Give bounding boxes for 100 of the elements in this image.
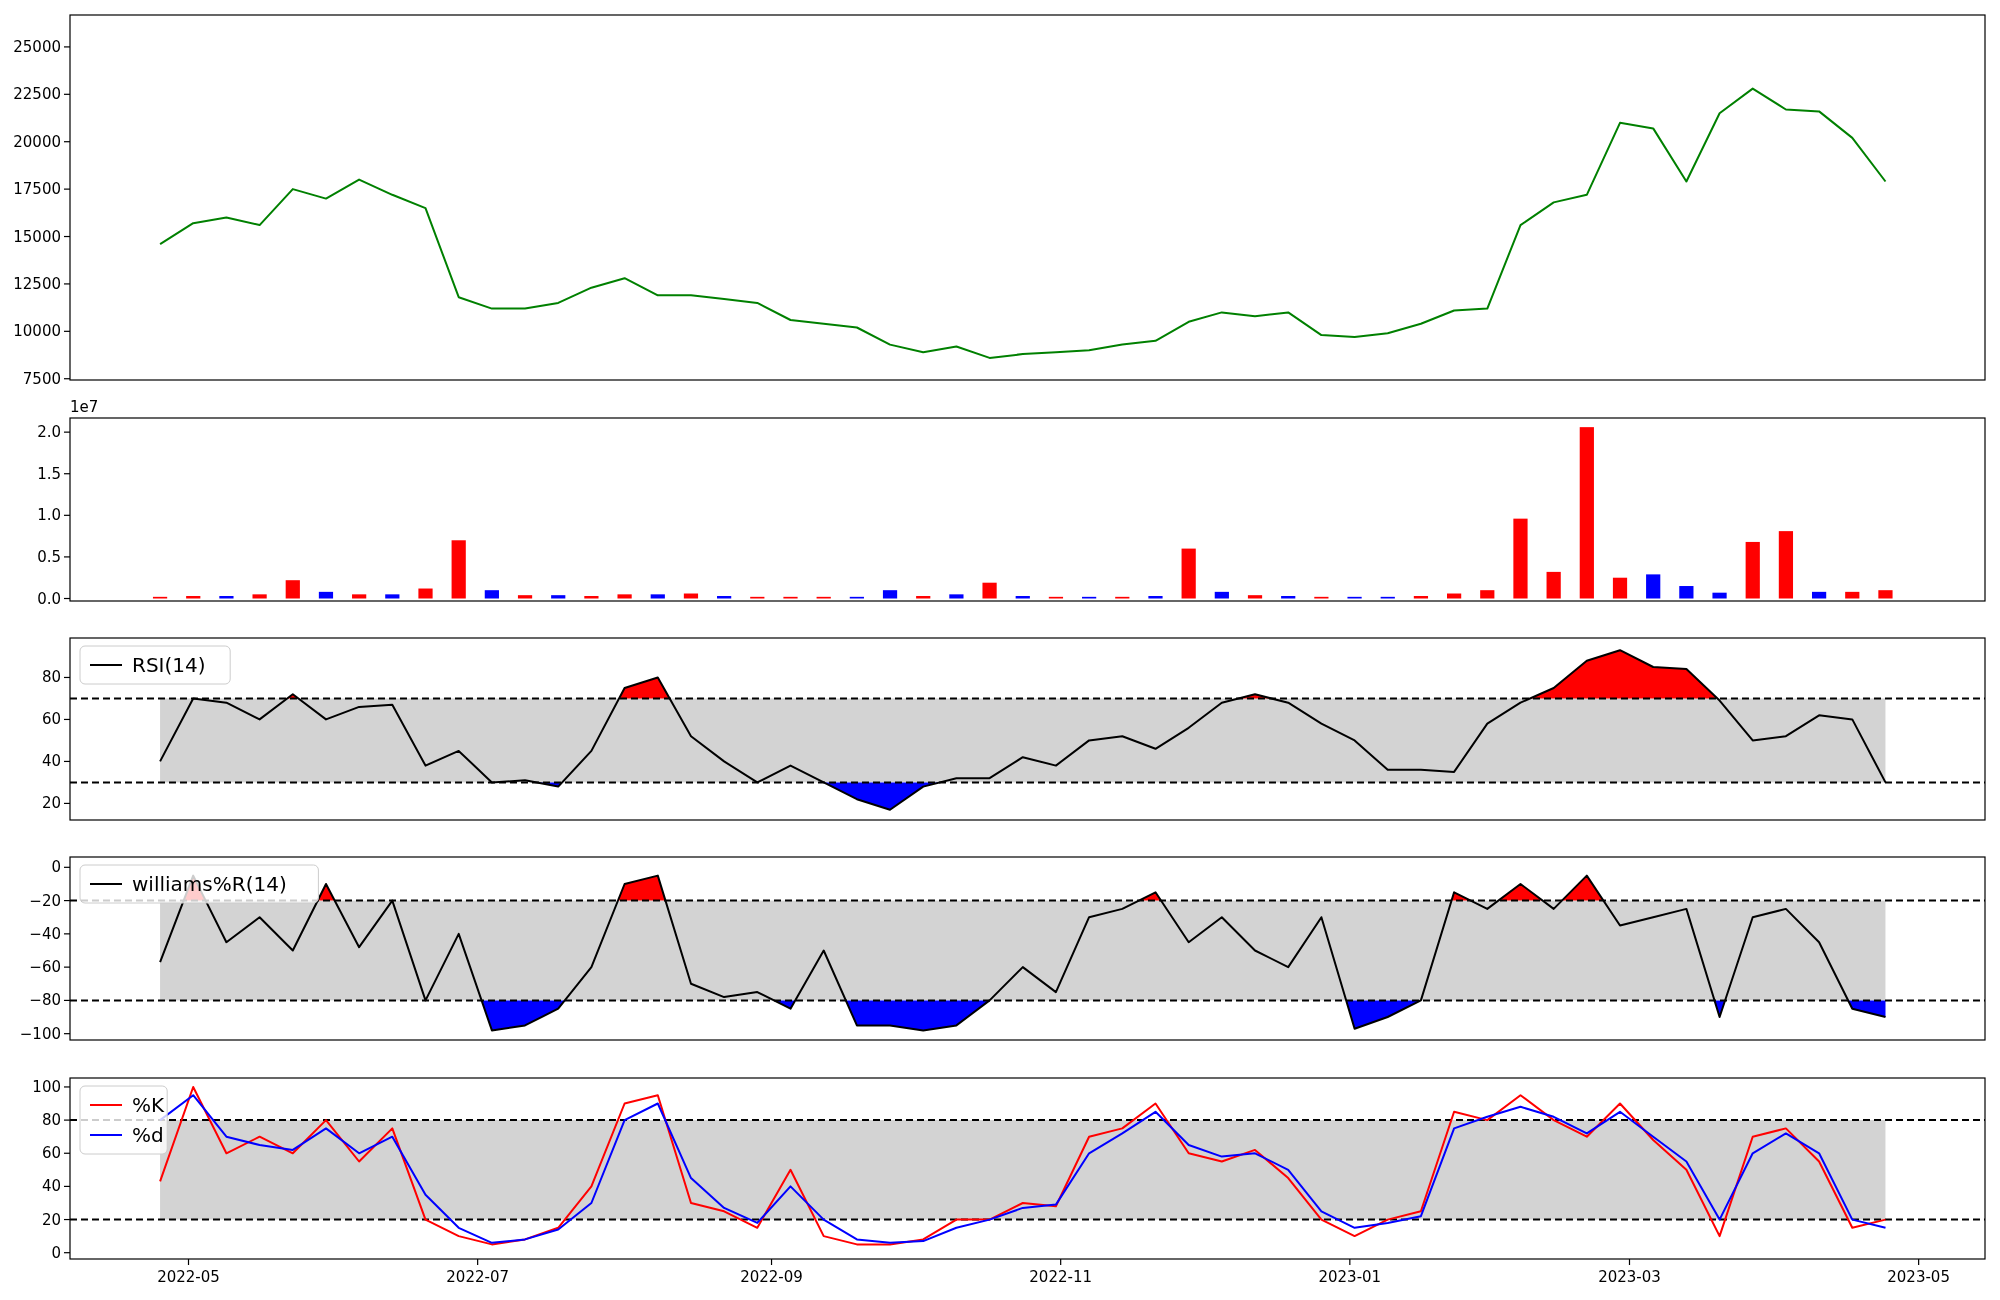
x-tick-mark <box>1060 1258 1062 1266</box>
volume-bar <box>1281 596 1296 599</box>
legend-line-icon <box>89 883 123 885</box>
y-tick-mark <box>63 188 71 190</box>
volume-bar <box>816 596 831 599</box>
y-tick-mark <box>63 431 71 433</box>
y-tick-mark <box>63 330 71 332</box>
x-tick-mark <box>1349 1258 1351 1266</box>
y-tick-label: −40 <box>29 924 61 943</box>
y-tick-mark <box>63 473 71 475</box>
y-tick-label: 20 <box>41 1210 61 1229</box>
y-tick-mark <box>63 141 71 143</box>
volume-bar <box>1646 574 1661 599</box>
y-tick-label: −60 <box>29 958 61 977</box>
y-tick-mark <box>63 93 71 95</box>
volume-bar <box>517 595 533 599</box>
y-tick-label: 1.0 <box>37 506 61 525</box>
volume-bar <box>1181 548 1196 599</box>
volume-bar <box>1480 590 1495 599</box>
y-tick-label: 0.5 <box>37 547 61 566</box>
y-tick-mark <box>63 235 71 238</box>
volume-bar <box>318 591 334 599</box>
y-tick-label: −20 <box>29 891 61 910</box>
volume-bar <box>352 594 367 599</box>
y-tick-mark <box>63 1086 71 1088</box>
y-tick-mark <box>63 933 71 935</box>
volume-bar <box>1812 591 1827 599</box>
volume-bar <box>285 580 300 599</box>
y-tick-label: 20 <box>41 794 61 813</box>
volume-bar <box>1447 593 1462 599</box>
y-tick-label: 60 <box>41 710 61 729</box>
volume-bar <box>1115 596 1130 599</box>
y-tick-mark <box>63 966 71 968</box>
x-tick-label: 2022-09 <box>740 1268 803 1286</box>
volume-bar <box>1314 596 1329 599</box>
volume-bar <box>219 596 234 599</box>
volume-bar <box>186 596 201 599</box>
volume-bar <box>683 593 699 599</box>
y-tick-mark <box>63 1252 71 1254</box>
volume-bar <box>849 596 864 599</box>
axis-offset-label: 1e7 <box>70 398 99 416</box>
y-tick-mark <box>63 900 71 902</box>
y-tick-label: 80 <box>41 1111 61 1130</box>
legend-label: %d <box>132 1123 164 1147</box>
y-tick-mark <box>63 1218 71 1221</box>
y-tick-label: 0 <box>51 858 61 877</box>
y-tick-label: −100 <box>19 1024 61 1043</box>
legend-label: williams%R(14) <box>132 872 287 896</box>
x-tick-mark <box>1918 1258 1920 1266</box>
y-tick-mark <box>63 1033 71 1035</box>
x-tick-label: 2022-11 <box>1029 1268 1092 1286</box>
y-tick-mark <box>63 46 71 48</box>
y-tick-label: 0 <box>51 1243 61 1262</box>
y-tick-label: 0.0 <box>37 589 61 608</box>
volume-bar <box>783 596 798 599</box>
y-tick-mark <box>63 1185 71 1187</box>
volume-bar <box>1546 571 1561 599</box>
x-tick-label: 2022-05 <box>157 1268 220 1286</box>
y-tick-mark <box>63 676 71 679</box>
y-tick-label: 80 <box>41 668 61 687</box>
volume-bar <box>982 582 997 599</box>
y-tick-label: 10000 <box>13 322 61 341</box>
y-tick-mark <box>63 514 71 516</box>
y-tick-label: 12500 <box>13 274 61 293</box>
legend-line-icon <box>89 664 123 666</box>
y-tick-mark <box>63 999 71 1001</box>
volume-bar <box>1712 592 1727 599</box>
x-tick-mark <box>477 1258 479 1266</box>
volume-bar <box>584 596 599 599</box>
volume-bar <box>916 596 931 599</box>
volume-bar <box>650 594 665 599</box>
volume-bar <box>617 594 632 599</box>
y-tick-mark <box>63 597 71 600</box>
legend-label: RSI(14) <box>132 653 206 677</box>
y-tick-label: 17500 <box>13 180 61 199</box>
y-tick-label: 60 <box>41 1144 61 1163</box>
y-tick-label: 25000 <box>13 37 61 56</box>
volume-bar <box>385 594 400 599</box>
volume-bar <box>418 588 433 599</box>
y-tick-label: 1.5 <box>37 464 61 483</box>
volume-bar <box>1413 596 1429 599</box>
x-tick-label: 2022-07 <box>446 1268 509 1286</box>
volume-bar <box>1048 596 1064 599</box>
volume-bar <box>1679 586 1694 599</box>
volume-bar <box>252 594 267 599</box>
y-tick-mark <box>63 1152 71 1154</box>
y-tick-mark <box>63 556 71 558</box>
volume-bar <box>1082 596 1097 599</box>
y-tick-label: 40 <box>41 1177 61 1196</box>
volume-bar <box>152 596 168 599</box>
volume-bar <box>484 590 499 599</box>
volume-bar <box>451 540 466 599</box>
volume-bar <box>1214 591 1229 599</box>
y-tick-mark <box>63 718 71 721</box>
volume-bar <box>1247 595 1263 599</box>
y-tick-mark <box>63 760 71 763</box>
legend-line-icon <box>89 1134 123 1136</box>
volume-bar <box>1015 596 1030 599</box>
x-tick-label: 2023-01 <box>1318 1268 1382 1286</box>
volume-bar <box>1845 591 1860 599</box>
